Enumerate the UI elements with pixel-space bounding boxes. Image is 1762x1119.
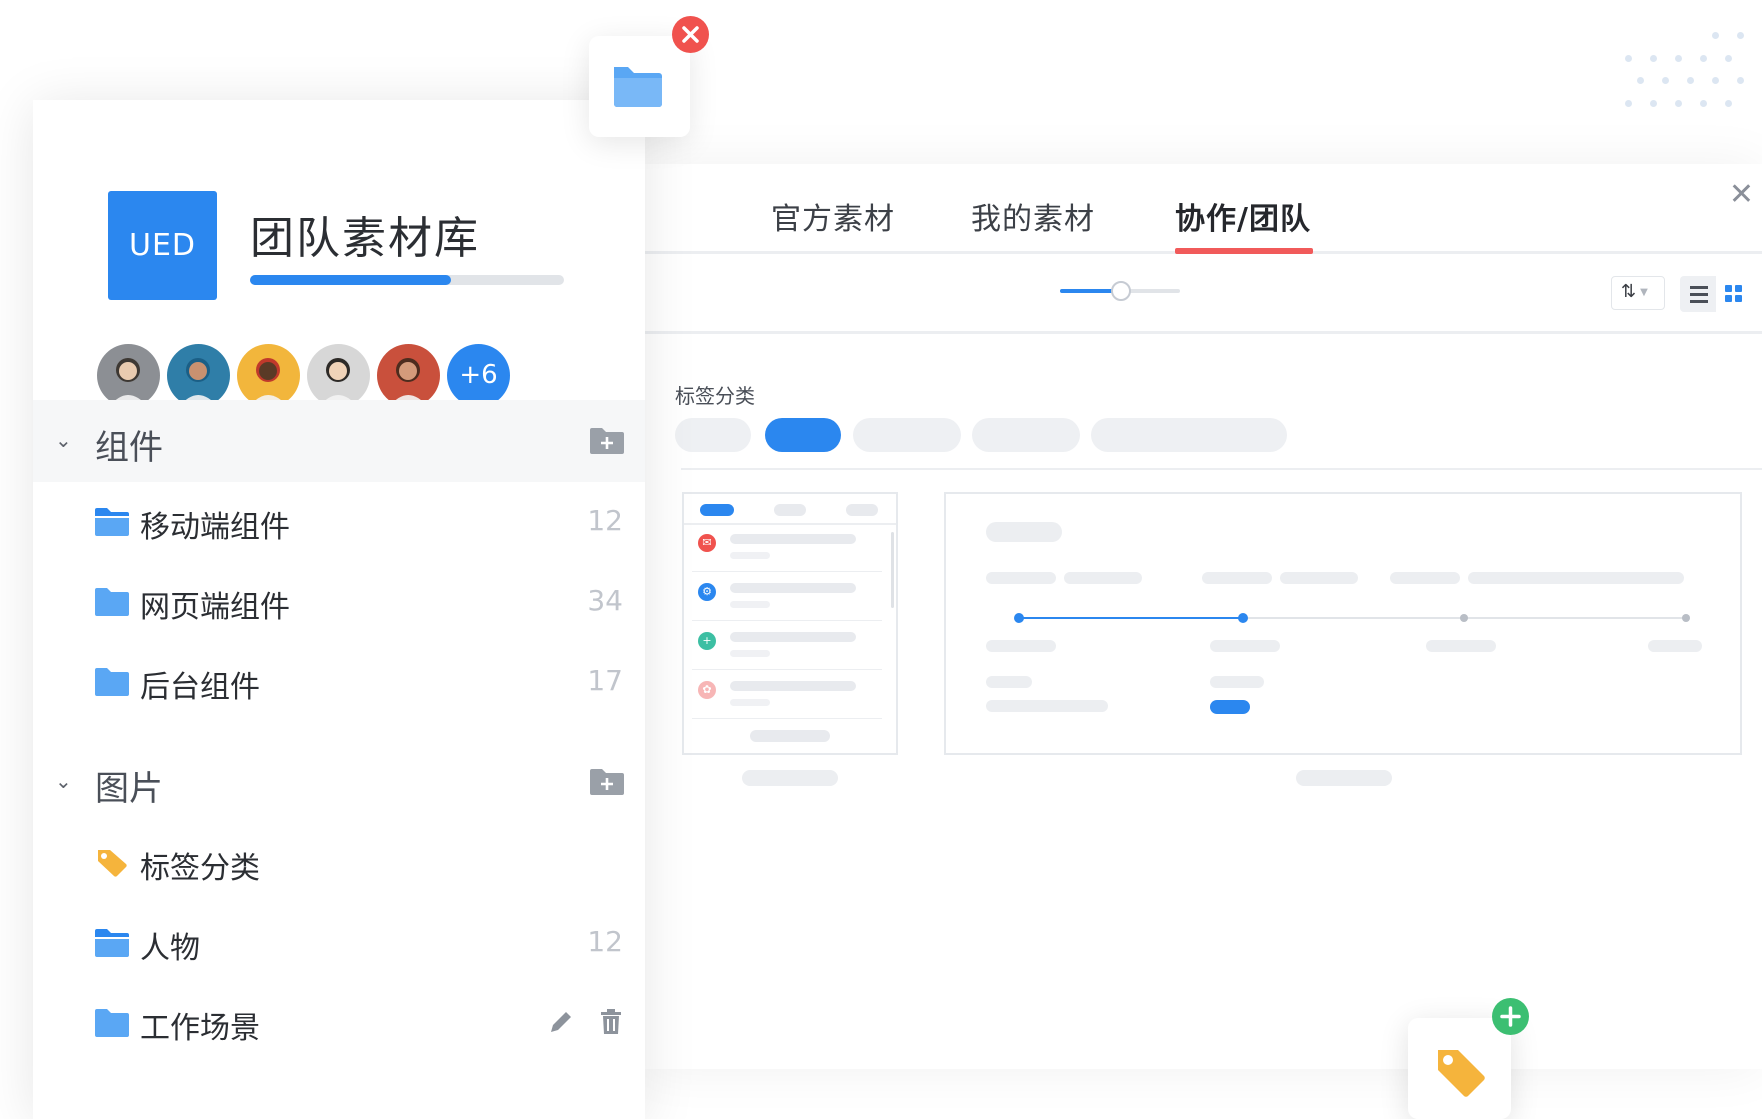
view-toggle <box>1680 276 1752 312</box>
tab-mine[interactable]: 我的素材 <box>971 194 1095 238</box>
folder-icon <box>95 588 129 616</box>
folder-open-icon <box>95 508 129 536</box>
section-label: 标签分类 <box>675 384 755 408</box>
sort-dropdown[interactable]: ⇅ ▼ <box>1611 276 1665 310</box>
item-count: 17 <box>587 664 623 697</box>
tag-pill-active[interactable] <box>765 418 841 452</box>
folder-icon <box>95 1009 129 1037</box>
toolbar: ⇅ ▼ <box>645 254 1762 334</box>
add-folder-icon[interactable] <box>590 428 624 454</box>
group-item-label: 移动端组件 <box>140 510 290 545</box>
library-title: 团队素材库 <box>250 213 480 264</box>
group-title: 图片 <box>95 769 163 809</box>
card-caption <box>742 770 838 786</box>
group-item-label: 后台组件 <box>140 670 260 705</box>
group-item[interactable]: 标签分类 <box>33 823 645 903</box>
group-item[interactable]: 移动端组件 12 <box>33 482 645 562</box>
avatar[interactable] <box>97 344 160 407</box>
group-header[interactable]: ⌄ 组件 <box>33 400 645 482</box>
mini-action-button <box>1210 700 1250 714</box>
delete-icon[interactable] <box>596 1007 626 1037</box>
group-item[interactable]: 后台组件 17 <box>33 642 645 722</box>
decorative-dots <box>1625 32 1760 160</box>
divider <box>681 468 1762 470</box>
library-badge: UED <box>108 191 217 300</box>
chevron-down-icon[interactable]: ⌄ <box>55 428 72 452</box>
tag-pill[interactable] <box>853 418 961 452</box>
avatar[interactable] <box>167 344 230 407</box>
tab-bar: 官方素材 我的素材 协作/团队 <box>645 164 1762 254</box>
zoom-slider-handle[interactable] <box>1111 281 1131 301</box>
library-sidebar: UED 团队素材库 +6 ⌄ 组件移动端组件 12 网页端组件 34 后台组件 17 ⌄ 图片标… <box>33 100 645 1119</box>
material-panel: ✕ 官方素材 我的素材 协作/团队 ⇅ ▼ 标签分类 ✉ ⚙ + ✿ <box>645 164 1762 1069</box>
group-item[interactable]: 工作场景 <box>33 983 645 1063</box>
edit-icon[interactable] <box>546 1007 576 1037</box>
star-icon: ✿ <box>698 681 716 699</box>
caret-down-icon: ▼ <box>1640 286 1648 298</box>
library-progress-fill <box>250 275 451 285</box>
more-members-button[interactable]: +6 <box>447 344 510 407</box>
group-item[interactable]: 人物 12 <box>33 903 645 983</box>
list-view-button[interactable] <box>1680 276 1716 312</box>
tag-pill[interactable] <box>675 418 751 452</box>
sort-icon: ⇅ <box>1621 281 1637 302</box>
card-caption <box>1296 770 1392 786</box>
group-item-label: 网页端组件 <box>140 590 290 625</box>
plus-icon: + <box>698 632 716 650</box>
avatar[interactable] <box>377 344 440 407</box>
preview-card-steps[interactable] <box>944 492 1742 755</box>
group-title: 组件 <box>95 428 163 468</box>
chevron-down-icon[interactable]: ⌄ <box>55 769 72 793</box>
item-count: 12 <box>587 504 623 537</box>
tag-pill[interactable] <box>972 418 1080 452</box>
group-header[interactable]: ⌄ 图片 <box>33 741 645 823</box>
group-item-label: 标签分类 <box>140 851 260 886</box>
mail-icon: ✉ <box>698 534 716 552</box>
tab-official[interactable]: 官方素材 <box>771 194 895 238</box>
avatar[interactable] <box>237 344 300 407</box>
tag-icon <box>95 849 129 877</box>
grid-view-button[interactable] <box>1716 276 1752 312</box>
group-item-label: 人物 <box>140 931 200 966</box>
share-icon: ⚙ <box>698 583 716 601</box>
group-item[interactable]: 网页端组件 34 <box>33 562 645 642</box>
folder-icon <box>95 668 129 696</box>
add-folder-icon[interactable] <box>590 769 624 795</box>
item-count: 12 <box>587 925 623 958</box>
tab-team[interactable]: 协作/团队 <box>1175 194 1311 238</box>
add-badge-icon[interactable] <box>1492 998 1529 1035</box>
item-count: 34 <box>587 584 623 617</box>
tag-pill[interactable] <box>1091 418 1287 452</box>
folder-open-icon <box>95 929 129 957</box>
preview-card-list[interactable]: ✉ ⚙ + ✿ <box>682 492 898 755</box>
remove-badge-icon[interactable] <box>672 16 709 53</box>
avatar[interactable] <box>307 344 370 407</box>
group-item-label: 工作场景 <box>140 1011 260 1046</box>
